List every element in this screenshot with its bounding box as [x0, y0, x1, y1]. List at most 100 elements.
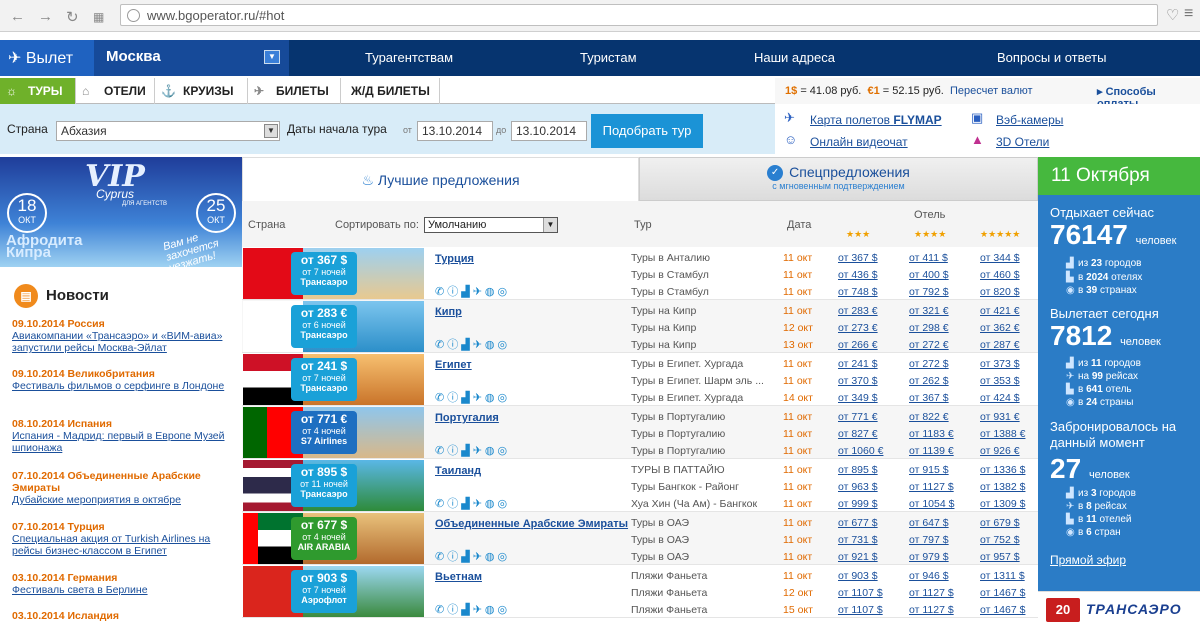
webcams-link[interactable]: Вэб-камеры [996, 113, 1063, 127]
price-link-p5[interactable]: от 424 $ [980, 392, 1020, 404]
forward-icon[interactable]: → [38, 8, 53, 25]
apps-icon[interactable]: ▦ [93, 10, 104, 24]
price-link-p5[interactable]: от 1467 $ [980, 587, 1025, 599]
price-link-p4[interactable]: от 1127 $ [909, 481, 954, 493]
tour-link[interactable]: Туры в Стамбул [631, 286, 779, 298]
visa-icon[interactable]: ◎ [498, 551, 511, 563]
news-item[interactable]: 07.10.2014 Объединенные Арабские Эмираты… [12, 470, 234, 506]
price-link-p5[interactable]: от 421 € [980, 305, 1020, 317]
price-link-p5[interactable]: от 460 $ [980, 269, 1020, 281]
tour-link[interactable]: Туры в Анталию [631, 252, 779, 264]
hotel-icon[interactable]: ▟ [461, 551, 472, 563]
search-button[interactable]: Подобрать тур [591, 114, 703, 148]
nav-tourists[interactable]: Туристам [580, 50, 637, 65]
visa-icon[interactable]: ◎ [498, 392, 511, 404]
visa-icon[interactable]: ◎ [498, 339, 511, 351]
visa-icon[interactable]: ◎ [498, 286, 511, 298]
offer-image[interactable]: от 771 € от 4 ночей S7 Airlines [243, 407, 424, 458]
tour-link[interactable]: ТУРЫ В ПАТТАЙЮ [631, 464, 779, 476]
price-link-p3[interactable]: от 1107 $ [838, 604, 883, 616]
tour-link[interactable]: Туры в Стамбул [631, 269, 779, 281]
price-link-p4[interactable]: от 647 $ [909, 517, 949, 529]
price-link-p4[interactable]: от 946 $ [909, 570, 949, 582]
tour-link[interactable]: Туры в Египет. Шарм эль ... [631, 375, 779, 387]
chat-icon[interactable]: ◍ [485, 498, 498, 510]
transaero-banner[interactable]: 20 ТРАНСАЭРО [1038, 591, 1200, 622]
tab-tours[interactable]: ☼ ТУРЫ [0, 78, 76, 104]
price-badge[interactable]: от 895 $ от 11 ночей Трансаэро [291, 464, 357, 507]
price-link-p5[interactable]: от 1388 € [980, 428, 1025, 440]
price-link-p4[interactable]: от 797 $ [909, 534, 949, 546]
news-text[interactable]: Авиакомпании «Трансаэро» и «ВИМ-авиа» за… [12, 330, 234, 354]
price-link-p4[interactable]: от 1183 € [909, 428, 954, 440]
hotel-icon[interactable]: ▟ [461, 445, 472, 457]
price-link-p5[interactable]: от 373 $ [980, 358, 1020, 370]
price-link-p3[interactable]: от 436 $ [838, 269, 878, 281]
offer-image[interactable]: от 895 $ от 11 ночей Трансаэро [243, 460, 424, 511]
price-link-p5[interactable]: от 926 € [980, 445, 1020, 457]
price-link-p3[interactable]: от 748 $ [838, 286, 878, 298]
price-link-p3[interactable]: от 273 € [838, 322, 878, 334]
price-link-p3[interactable]: от 921 $ [838, 551, 878, 563]
visa-icon[interactable]: ◎ [498, 498, 511, 510]
price-link-p5[interactable]: от 1311 $ [980, 570, 1025, 582]
chat-icon[interactable]: ◍ [485, 339, 498, 351]
country-link[interactable]: Кипр [435, 306, 462, 318]
price-badge[interactable]: от 771 € от 4 ночей S7 Airlines [291, 411, 357, 454]
visa-icon[interactable]: ◎ [498, 604, 511, 616]
tour-link[interactable]: Пляжи Фаньета [631, 604, 779, 616]
info-icon[interactable]: ⓘ [447, 498, 461, 510]
offer-image[interactable]: от 903 $ от 7 ночей Аэрофлот [243, 566, 424, 617]
price-link-p3[interactable]: от 349 $ [838, 392, 878, 404]
tour-link[interactable]: Туры в ОАЭ [631, 551, 779, 563]
reload-icon[interactable]: ↻ [66, 8, 79, 26]
chat-icon[interactable]: ◍ [485, 604, 498, 616]
price-link-p5[interactable]: от 931 € [980, 411, 1020, 423]
tab-hotels[interactable]: ⌂ ОТЕЛИ [76, 78, 155, 104]
price-link-p3[interactable]: от 677 $ [838, 517, 878, 529]
menu-icon[interactable]: ≡ [1184, 5, 1193, 23]
visa-icon[interactable]: ◎ [498, 445, 511, 457]
offer-image[interactable]: от 241 $ от 7 ночей Трансаэро [243, 354, 424, 405]
price-link-p4[interactable]: от 792 $ [909, 286, 949, 298]
price-badge[interactable]: от 903 $ от 7 ночей Аэрофлот [291, 570, 357, 613]
tour-link[interactable]: Туры в ОАЭ [631, 517, 779, 529]
back-icon[interactable]: ← [10, 8, 25, 25]
live-link[interactable]: Прямой эфир [1050, 553, 1126, 567]
tour-link[interactable]: Туры в Португалию [631, 445, 779, 457]
tour-link[interactable]: Пляжи Фаньета [631, 570, 779, 582]
price-link-p3[interactable]: от 963 $ [838, 481, 878, 493]
offer-image[interactable]: от 677 $ от 4 ночей AIR ARABIA [243, 513, 424, 564]
videochat-link[interactable]: Онлайн видеочат [810, 135, 908, 149]
price-link-p3[interactable]: от 370 $ [838, 375, 878, 387]
tab-rail[interactable]: Ж/Д БИЛЕТЫ [341, 78, 440, 104]
price-link-p4[interactable]: от 1054 $ [909, 498, 954, 510]
price-link-p5[interactable]: от 1336 $ [980, 464, 1025, 476]
phone-icon[interactable]: ✆ [435, 445, 447, 457]
price-link-p5[interactable]: от 679 $ [980, 517, 1020, 529]
country-select[interactable]: Абхазия ▼ [56, 121, 280, 141]
tour-link[interactable]: Туры в Португалию [631, 428, 779, 440]
price-link-p5[interactable]: от 353 $ [980, 375, 1020, 387]
phone-icon[interactable]: ✆ [435, 392, 447, 404]
nav-faq[interactable]: Вопросы и ответы [997, 50, 1106, 65]
tour-link[interactable]: Туры на Кипр [631, 339, 779, 351]
info-icon[interactable]: ⓘ [447, 604, 461, 616]
tour-link[interactable]: Туры на Кипр [631, 305, 779, 317]
news-item[interactable]: 09.10.2014 Великобритания Фестиваль фильм… [12, 368, 234, 392]
price-link-p3[interactable]: от 731 $ [838, 534, 878, 546]
plane-icon[interactable]: ✈ [473, 392, 485, 404]
news-text[interactable]: Специальная акция от Turkish Airlines на… [12, 533, 234, 557]
tour-link[interactable]: Туры на Кипр [631, 322, 779, 334]
price-link-p3[interactable]: от 827 € [838, 428, 878, 440]
city-select[interactable]: Москва ▼ [94, 40, 289, 76]
offer-image[interactable]: от 283 € от 6 ночей Трансаэро [243, 301, 424, 352]
price-link-p4[interactable]: от 367 $ [909, 392, 949, 404]
price-link-p4[interactable]: от 1127 $ [909, 587, 954, 599]
tab-best-offers[interactable]: ♨ Лучшие предложения [242, 157, 639, 201]
price-badge[interactable]: от 677 $ от 4 ночей AIR ARABIA [291, 517, 357, 560]
price-link-p5[interactable]: от 362 € [980, 322, 1020, 334]
price-link-p3[interactable]: от 266 € [838, 339, 878, 351]
nav-addresses[interactable]: Наши адреса [754, 50, 835, 65]
tab-tickets[interactable]: ✈ БИЛЕТЫ [248, 78, 341, 104]
